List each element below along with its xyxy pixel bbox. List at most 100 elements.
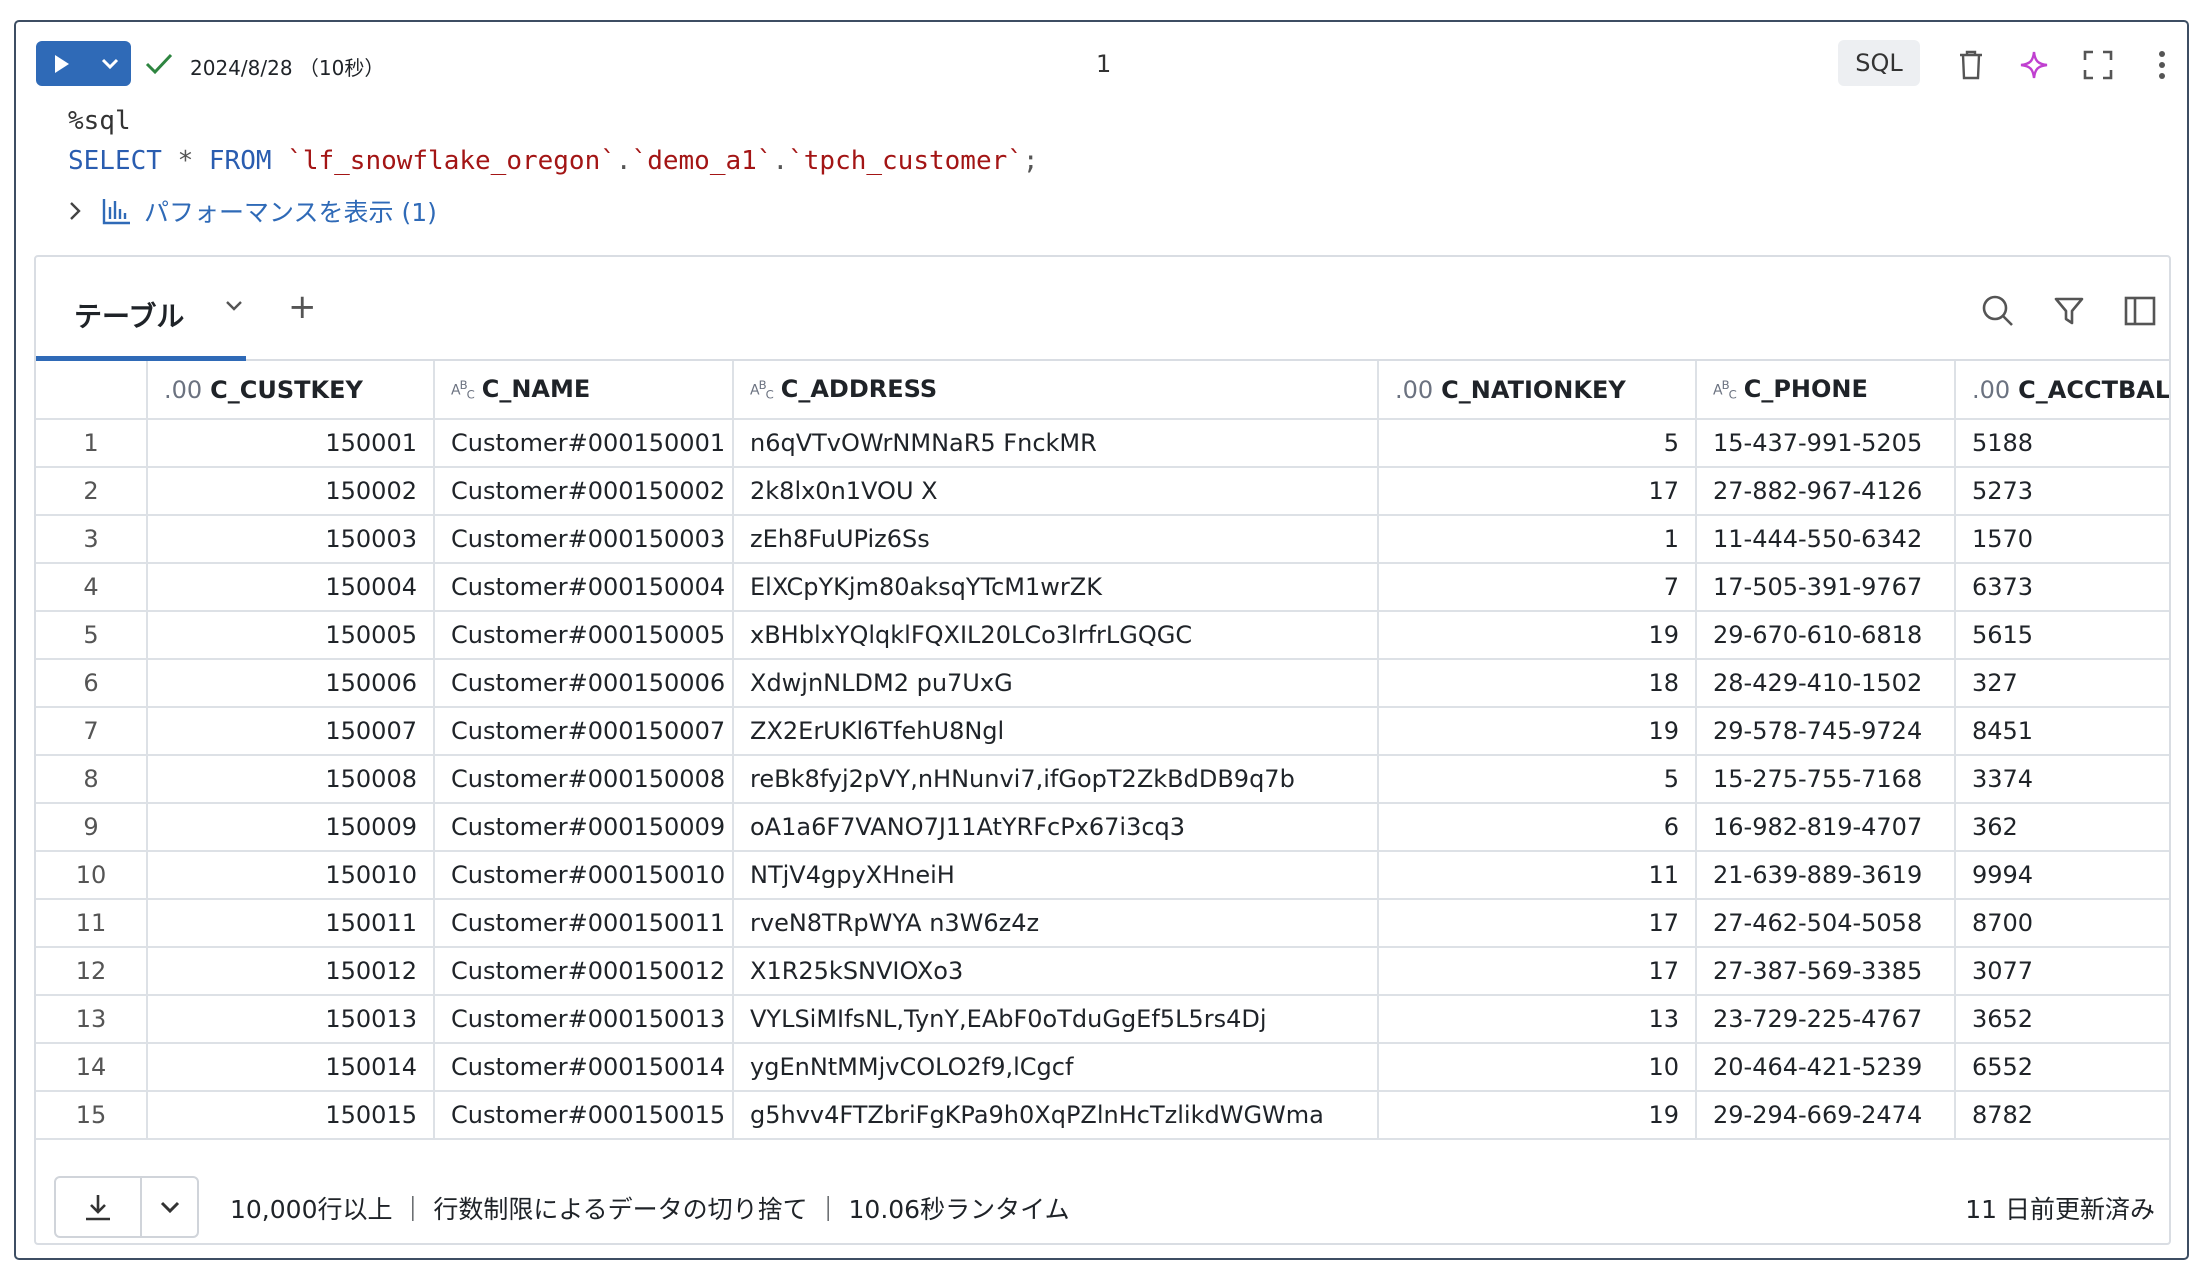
table-cell: 6 — [1378, 803, 1697, 852]
table-row[interactable]: 2 150002 Customer#000150002 2k8lx0n1VOU X 17… — [36, 467, 2169, 516]
column-header[interactable]: .00 C_NATIONKEY — [1378, 361, 1697, 420]
search-button[interactable] — [1978, 291, 2018, 331]
table-cell: 9994 — [1955, 851, 2169, 900]
performance-link[interactable]: パフォーマンスを表示 (1) — [144, 193, 437, 229]
more-options-button[interactable] — [2145, 48, 2179, 82]
string-type-icon: ABC — [750, 378, 774, 402]
last-updated: 11 日前更新済み — [1965, 1195, 2155, 1224]
table-cell: Customer#000150009 — [434, 803, 734, 852]
table-row[interactable]: 3 150003 Customer#000150003 zEh8FuUPiz6Ss 1 1… — [36, 515, 2169, 564]
chevron-down-icon[interactable] — [224, 299, 244, 313]
table-cell: Customer#000150010 — [434, 851, 734, 900]
table-cell: 150003 — [147, 515, 435, 564]
table-cell: 362 — [1955, 803, 2169, 852]
language-badge[interactable]: SQL — [1838, 40, 1920, 86]
table-cell: Customer#000150008 — [434, 755, 734, 804]
table-cell: Customer#000150001 — [434, 419, 734, 468]
table-cell: 27-882-967-4126 — [1696, 467, 1956, 516]
table-cell: XdwjnNLDM2 pu7UxG — [733, 659, 1379, 708]
table-cell: Customer#000150006 — [434, 659, 734, 708]
table-cell: 3374 — [1955, 755, 2169, 804]
numeric-type-icon: .00 — [1972, 375, 2011, 404]
table-cell: Customer#000150004 — [434, 563, 734, 612]
results-table: .00 C_CUSTKEY ABC C_NAME ABC C_ADDRESS .00 C… — [36, 361, 2169, 1140]
code-line-query[interactable]: SELECT * FROM `lf_snowflake_oregon`.`dem… — [68, 146, 1039, 176]
table-row[interactable]: 7 150007 Customer#000150007 ZX2ErUKl6TfehU8… — [36, 707, 2169, 756]
table-row[interactable]: 4 150004 Customer#000150004 ElXCpYKjm80aksq… — [36, 563, 2169, 612]
table-cell: 19 — [1378, 611, 1697, 660]
table-cell: 150013 — [147, 995, 435, 1044]
download-button[interactable] — [56, 1178, 142, 1236]
row-index-cell: 11 — [36, 899, 148, 948]
table-cell: 19 — [1378, 707, 1697, 756]
run-cell-button[interactable] — [36, 41, 88, 86]
table-cell: rveN8TRpWYA n3W6z4z — [733, 899, 1379, 948]
table-cell: ygEnNtMMjvCOLO2f9,lCgcf — [733, 1043, 1379, 1092]
table-cell: 150009 — [147, 803, 435, 852]
bar-chart-icon — [102, 199, 130, 225]
run-status: 2024/8/28 （10秒） — [190, 56, 385, 80]
result-summary: 10,000行以上 ｜ 行数制限によるデータの切り捨て ｜ 10.06秒ランタイ… — [230, 1195, 1070, 1224]
table-cell: 150002 — [147, 467, 435, 516]
table-cell: Customer#000150015 — [434, 1091, 734, 1140]
cell-number: 1 — [1096, 50, 1112, 78]
table-cell: 150010 — [147, 851, 435, 900]
table-row[interactable]: 1 150001 Customer#000150001 n6qVTvOWrNMNaR5… — [36, 419, 2169, 468]
column-header[interactable]: .00 C_ACCTBAL — [1955, 361, 2169, 420]
table-cell: 29-578-745-9724 — [1696, 707, 1956, 756]
toggle-sidebar-button[interactable] — [2120, 291, 2160, 331]
table-cell: 27-462-504-5058 — [1696, 899, 1956, 948]
code-line-magic[interactable]: %sql — [68, 106, 131, 136]
kebab-menu-icon — [2159, 51, 2165, 79]
table-cell: ZX2ErUKl6TfehU8Ngl — [733, 707, 1379, 756]
column-header[interactable]: ABC C_PHONE — [1696, 361, 1956, 420]
table-cell: 1570 — [1955, 515, 2169, 564]
column-header[interactable]: ABC C_ADDRESS — [733, 361, 1379, 420]
table-cell: 19 — [1378, 1091, 1697, 1140]
results-table-viewport[interactable]: .00 C_CUSTKEY ABC C_NAME ABC C_ADDRESS .00 C… — [36, 361, 2169, 1171]
download-icon — [86, 1195, 110, 1221]
table-row[interactable]: 14 150014 Customer#000150014 ygEnNtMMjvCOLO… — [36, 1043, 2169, 1092]
table-row[interactable]: 15 150015 Customer#000150015 g5hvv4FTZbriFg… — [36, 1091, 2169, 1140]
table-cell: 8451 — [1955, 707, 2169, 756]
performance-toggle[interactable]: パフォーマンスを表示 (1) — [68, 193, 437, 229]
table-row[interactable]: 6 150006 Customer#000150006 XdwjnNLDM2 pu7U… — [36, 659, 2169, 708]
keyword-select: SELECT — [68, 146, 162, 176]
table-cell: zEh8FuUPiz6Ss — [733, 515, 1379, 564]
ai-assistant-button[interactable] — [2017, 48, 2051, 82]
chevron-down-icon — [101, 58, 118, 69]
row-index-cell: 2 — [36, 467, 148, 516]
fullscreen-button[interactable] — [2081, 48, 2115, 82]
table-cell: 150015 — [147, 1091, 435, 1140]
table-row[interactable]: 8 150008 Customer#000150008 reBk8fyj2pVY,nH… — [36, 755, 2169, 804]
tab-table[interactable]: テーブル — [74, 295, 184, 335]
column-header[interactable]: ABC C_NAME — [434, 361, 734, 420]
table-cell: 10 — [1378, 1043, 1697, 1092]
table-cell: 5 — [1378, 419, 1697, 468]
table-row[interactable]: 13 150013 Customer#000150013 VYLSiMIfsNL,Ty… — [36, 995, 2169, 1044]
results-tabbar: テーブル + — [36, 257, 2169, 361]
delete-cell-button[interactable] — [1954, 48, 1988, 82]
table-row[interactable]: 10 150010 Customer#000150010 NTjV4gpyXHneiH… — [36, 851, 2169, 900]
table-cell: 1 — [1378, 515, 1697, 564]
run-options-button[interactable] — [88, 41, 131, 86]
filter-button[interactable] — [2049, 291, 2089, 331]
table-cell: 21-639-889-3619 — [1696, 851, 1956, 900]
table-cell: Customer#000150012 — [434, 947, 734, 996]
numeric-type-icon: .00 — [1395, 375, 1434, 404]
table-row[interactable]: 5 150005 Customer#000150005 xBHblxYQlqklFQX… — [36, 611, 2169, 660]
add-visualization-button[interactable]: + — [288, 287, 317, 327]
table-row[interactable]: 12 150012 Customer#000150012 X1R25kSNVIOXo3… — [36, 947, 2169, 996]
table-cell: 5188 — [1955, 419, 2169, 468]
table-cell: 150014 — [147, 1043, 435, 1092]
table-row[interactable]: 11 150011 Customer#000150011 rveN8TRpWYA n3… — [36, 899, 2169, 948]
table-cell: 3652 — [1955, 995, 2169, 1044]
row-index-header — [36, 361, 148, 420]
table-row[interactable]: 9 150009 Customer#000150009 oA1a6F7VANO7J11… — [36, 803, 2169, 852]
dot-separator: . — [615, 146, 632, 176]
notebook-cell: 2024/8/28 （10秒） 1 SQL %sql SELECT * FROM… — [14, 20, 2189, 1260]
table-cell: 15-275-755-7168 — [1696, 755, 1956, 804]
column-header[interactable]: .00 C_CUSTKEY — [147, 361, 435, 420]
table-cell: VYLSiMIfsNL,TynY,EAbF0oTduGgEf5L5rs4Dj — [733, 995, 1379, 1044]
download-options-button[interactable] — [142, 1178, 197, 1236]
